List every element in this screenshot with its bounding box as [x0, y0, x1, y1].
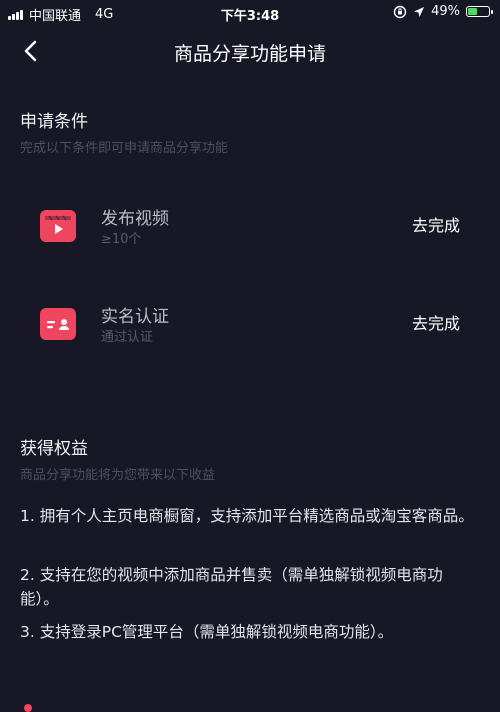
benefit-item: 1. 拥有个人主页电商橱窗，支持添加平台精选商品或淘宝客商品。: [20, 507, 474, 525]
condition-title: 发布视频: [101, 209, 169, 229]
id-card-icon: [40, 308, 76, 340]
condition-detail: ≥10个: [101, 232, 142, 247]
conditions-subtitle: 完成以下条件即可申请商品分享功能: [20, 141, 229, 156]
battery-icon: [466, 6, 493, 17]
complete-video-button[interactable]: 去完成: [412, 212, 460, 236]
benefit-item: 3. 支持登录PC管理平台（需单独解锁视频电商功能）。: [20, 623, 394, 641]
benefit-item: 2. 支持在您的视频中添加商品并售卖（需单独解锁视频电商功能）。: [20, 566, 443, 608]
location-arrow-icon: [414, 6, 425, 17]
battery-percent: 49%: [431, 4, 460, 19]
condition-title: 实名认证: [101, 307, 169, 327]
condition-row-publish-video: 发布视频 ≥10个 去完成: [0, 198, 500, 258]
page-title: 商品分享功能申请: [173, 43, 326, 65]
condition-row-real-name: 实名认证 通过认证 去完成: [0, 296, 500, 356]
status-bar: 中国联通 4G 下午3:48 49%: [0, 0, 500, 26]
battery-fill: [468, 8, 478, 15]
benefits-subtitle: 商品分享功能将为您带来以下收益: [20, 468, 216, 483]
benefits-title: 获得权益: [20, 439, 88, 459]
lock-rotation-icon: [393, 5, 407, 18]
status-right: 49%: [393, 4, 493, 19]
condition-detail: 通过认证: [101, 330, 154, 345]
navigation-bar: 商品分享功能申请: [0, 26, 500, 76]
complete-verification-button[interactable]: 去完成: [412, 310, 460, 334]
video-clapper-icon: [40, 210, 76, 242]
conditions-title: 申请条件: [20, 112, 88, 132]
